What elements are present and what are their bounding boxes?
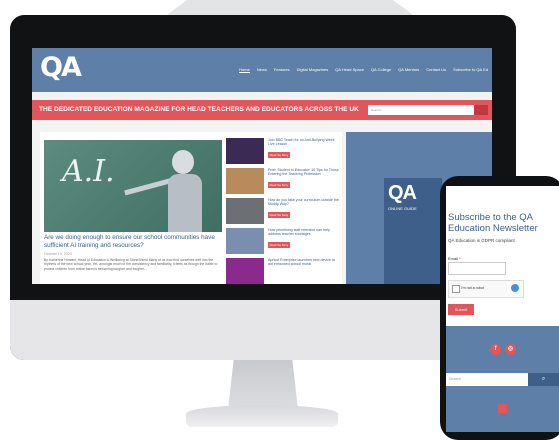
captcha-label: I'm not a robot bbox=[461, 286, 484, 290]
facebook-icon[interactable]: f bbox=[490, 344, 501, 355]
nav-college[interactable]: QA College bbox=[371, 67, 391, 73]
instagram-icon[interactable]: ◎ bbox=[505, 344, 516, 355]
newsletter-title: Subscribe to the QA Education Newsletter bbox=[448, 212, 538, 234]
submit-button[interactable]: Submit bbox=[448, 304, 474, 315]
nav-digital-magazines[interactable]: Digital Magazines bbox=[297, 67, 329, 73]
article-thumbnail[interactable] bbox=[226, 138, 264, 164]
chalkboard-text: A.I. bbox=[62, 154, 115, 189]
gdpr-note: QA Education is GDPR compliant bbox=[448, 238, 515, 243]
main-nav: Home News Features Digital Magazines QA … bbox=[239, 67, 488, 73]
article-title[interactable]: How prioritising staff retention can hel… bbox=[268, 228, 340, 237]
read-story-button[interactable]: Read the Story bbox=[268, 242, 290, 248]
back-to-top-button[interactable] bbox=[498, 404, 507, 413]
recaptcha: I'm not a robot bbox=[448, 280, 524, 298]
site-logo[interactable]: QA bbox=[40, 52, 82, 83]
main-content: A.I. Are we doing enough to ensure our s… bbox=[40, 132, 342, 284]
article-thumbnail[interactable] bbox=[226, 228, 264, 254]
list-item: How do you take your curriculum outside … bbox=[226, 196, 340, 226]
nav-features[interactable]: Features bbox=[274, 67, 290, 73]
desktop-website: QA Home News Features Digital Magazines … bbox=[32, 48, 492, 284]
recaptcha-icon bbox=[511, 284, 519, 292]
guide-logo: QA bbox=[388, 182, 417, 204]
list-item: From Student to Educator: 10 Tips for Th… bbox=[226, 166, 340, 196]
feature-date: October 14, 2024 bbox=[44, 252, 72, 256]
email-label-text: Email bbox=[448, 256, 459, 261]
nav-head-space[interactable]: QA Head Space bbox=[335, 67, 364, 73]
list-item: How prioritising staff retention can hel… bbox=[226, 226, 340, 256]
read-story-button[interactable]: Read the Story bbox=[268, 212, 290, 218]
article-title[interactable]: From Student to Educator: 10 Tips for Th… bbox=[268, 168, 340, 177]
article-thumbnail[interactable] bbox=[226, 168, 264, 194]
captcha-checkbox[interactable] bbox=[452, 285, 460, 293]
robot-head bbox=[172, 150, 194, 174]
mobile-footer: f ◎ Search ⌕ bbox=[446, 326, 559, 432]
feature-excerpt: By Katherine Howard, Head of Education &… bbox=[44, 258, 218, 271]
email-label: Email * bbox=[448, 256, 461, 261]
list-item: Join BBC Teach for an Anti-Bullying Week… bbox=[226, 136, 340, 166]
guide-label: ONLINE GUIDE bbox=[388, 206, 417, 211]
feature-title[interactable]: Are we doing enough to ensure our school… bbox=[44, 234, 224, 249]
mobile-website: Subscribe to the QA Education Newsletter… bbox=[446, 186, 559, 432]
read-story-button[interactable]: Read the Story bbox=[268, 152, 290, 158]
online-guide-ad[interactable]: QA ONLINE GUIDE bbox=[384, 178, 442, 284]
site-header: QA Home News Features Digital Magazines … bbox=[32, 48, 492, 92]
nav-home[interactable]: Home bbox=[239, 67, 250, 73]
article-title[interactable]: How do you take your curriculum outside … bbox=[268, 198, 340, 207]
robot-body bbox=[168, 174, 202, 232]
monitor-stand bbox=[228, 360, 298, 410]
search-button[interactable] bbox=[474, 105, 488, 115]
mobile-search-input[interactable]: Search bbox=[446, 373, 528, 386]
search-input[interactable]: Search... bbox=[368, 105, 474, 115]
robot-arm bbox=[124, 177, 174, 196]
nav-contact[interactable]: Contact Us bbox=[426, 67, 446, 73]
required-mark: * bbox=[459, 256, 461, 261]
nav-subscribe[interactable]: Subscribe to QA Ed bbox=[453, 67, 488, 73]
read-story-button[interactable]: Read the Story bbox=[268, 182, 290, 188]
email-field[interactable] bbox=[448, 262, 506, 275]
tagline: THE DEDICATED EDUCATION MAGAZINE FOR HEA… bbox=[39, 106, 359, 113]
article-title[interactable]: Apricot Enterprise launches new device t… bbox=[268, 258, 340, 267]
nav-mentors[interactable]: QA Mentors bbox=[398, 67, 419, 73]
feature-image[interactable]: A.I. bbox=[44, 140, 222, 232]
article-title[interactable]: Join BBC Teach for an Anti-Bullying Week… bbox=[268, 138, 340, 147]
article-thumbnail[interactable] bbox=[226, 258, 264, 284]
article-thumbnail[interactable] bbox=[226, 198, 264, 224]
search-icon[interactable]: ⌕ bbox=[528, 373, 559, 386]
monitor-base bbox=[186, 405, 338, 427]
nav-news[interactable]: News bbox=[257, 67, 267, 73]
list-item: Apricot Enterprise launches new device t… bbox=[226, 256, 340, 284]
